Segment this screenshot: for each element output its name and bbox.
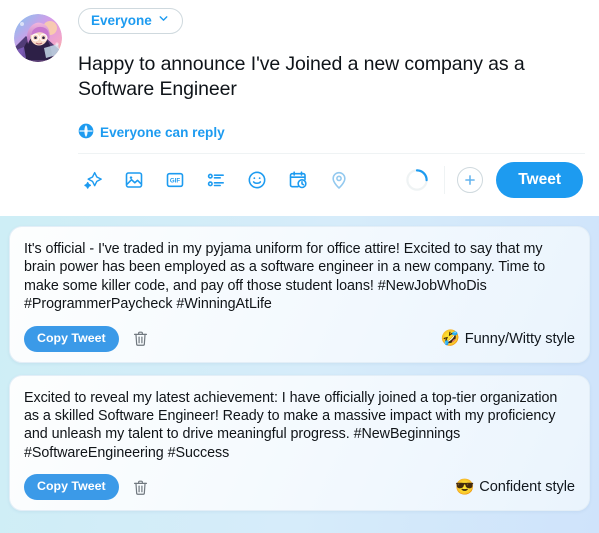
tweet-submit-button[interactable]: Tweet: [496, 162, 583, 198]
suggestion-text: It's official - I've traded in my pyjama…: [24, 241, 550, 313]
composer-actions: Tweet: [400, 162, 583, 198]
location-icon[interactable]: [324, 165, 354, 195]
style-emoji-icon: 😎: [454, 478, 475, 496]
emoji-icon[interactable]: [242, 165, 272, 195]
magic-sparkle-icon[interactable]: [78, 165, 108, 195]
audience-selector[interactable]: Everyone: [78, 8, 183, 34]
style-tag-label: Confident style: [479, 479, 575, 496]
copy-tweet-button[interactable]: Copy Tweet: [24, 474, 119, 501]
suggestion-list: It's official - I've traded in my pyjama…: [0, 216, 599, 512]
suggestion-card: It's official - I've traded in my pyjama…: [9, 226, 590, 363]
reply-scope-selector[interactable]: Everyone can reply: [78, 123, 585, 153]
suggestion-actions: Copy Tweet 🤣 Funny/Witty style: [24, 325, 576, 352]
schedule-icon[interactable]: [283, 165, 313, 195]
composer-toolbar: GIF Tweet: [78, 154, 585, 206]
style-tag: 🤣 Funny/Witty style: [441, 331, 576, 347]
composer-header: Everyone Happy to announce I've Joined a…: [14, 8, 585, 153]
tweet-composer: Everyone Happy to announce I've Joined a…: [0, 0, 599, 216]
suggestion-card: Excited to reveal my latest achievement:…: [9, 374, 590, 512]
reply-scope-label: Everyone can reply: [100, 125, 225, 140]
delete-icon[interactable]: [130, 328, 152, 350]
copy-tweet-button[interactable]: Copy Tweet: [24, 325, 119, 352]
tweet-text-input[interactable]: Happy to announce I've Joined a new comp…: [78, 52, 585, 102]
chevron-down-icon: [157, 12, 170, 29]
character-count-ring: [400, 163, 434, 197]
suggestion-text: Excited to reveal my latest achievement:…: [24, 389, 562, 461]
add-another-tweet-button[interactable]: [457, 167, 484, 193]
suggestion-actions: Copy Tweet 😎 Confident style: [24, 474, 575, 501]
avatar[interactable]: [14, 14, 62, 62]
globe-icon: [78, 123, 94, 142]
style-emoji-icon: 🤣: [440, 329, 460, 347]
style-tag: 😎 Confident style: [455, 479, 575, 495]
audience-label: Everyone: [91, 13, 152, 28]
delete-icon[interactable]: [130, 476, 152, 498]
poll-icon[interactable]: [201, 165, 231, 195]
image-icon[interactable]: [119, 165, 149, 195]
actions-separator: [444, 166, 446, 194]
style-tag-label: Funny/Witty style: [464, 330, 575, 347]
composer-body: Everyone Happy to announce I've Joined a…: [62, 8, 585, 153]
gif-icon[interactable]: GIF: [160, 165, 190, 195]
avatar-image: [14, 14, 62, 62]
composer-tool-group: GIF: [78, 165, 400, 195]
svg-text:GIF: GIF: [170, 178, 180, 185]
